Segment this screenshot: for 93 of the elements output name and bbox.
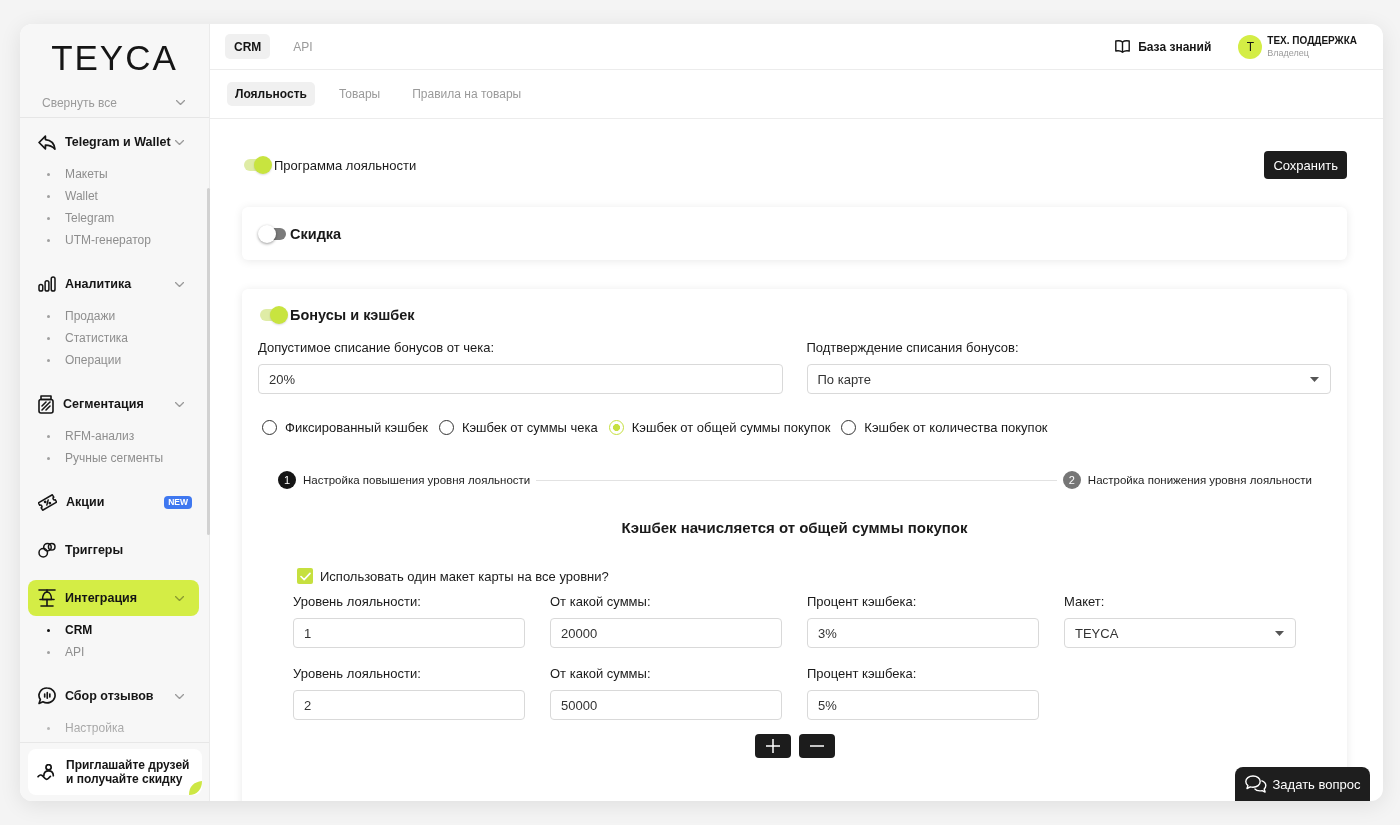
nav-item[interactable]: Акции NEW	[28, 484, 199, 520]
input-field[interactable]: 1	[293, 618, 525, 648]
avatar: Т	[1238, 34, 1263, 59]
caret-icon	[1275, 630, 1284, 636]
field-label: Допустимое списание бонусов от чека:	[258, 340, 495, 356]
chat-bubbles-icon	[1244, 775, 1267, 793]
bullet-icon	[47, 194, 50, 198]
toggle-label: Программа лояльности	[274, 157, 417, 173]
lamp-icon	[38, 589, 56, 607]
field-label: Уровень лояльности:	[293, 594, 421, 610]
nav-item[interactable]: Сбор отзывов	[28, 678, 199, 714]
toggle-switch[interactable]	[242, 156, 272, 174]
field-label: Уровень лояльности:	[293, 666, 421, 682]
add-level-button[interactable]	[754, 734, 791, 758]
nav-item[interactable]: Telegram и Wallet	[28, 124, 199, 160]
bullet-icon	[47, 238, 50, 242]
invite-friends-card[interactable]: Приглашайте друзей и получайте скидку	[28, 749, 202, 795]
logo: TEYCA	[51, 39, 178, 73]
dropdown-field[interactable]: По карте	[806, 364, 1331, 394]
radio-label: Кэшбек от количества покупок	[864, 419, 1048, 435]
field-label: От какой суммы:	[550, 594, 651, 610]
chevron-icon	[175, 693, 184, 699]
chevron-icon	[175, 281, 184, 287]
field-label: Подтверждение списания бонусов:	[806, 340, 1019, 356]
radio-button[interactable]	[841, 419, 857, 435]
bullet-icon	[47, 726, 50, 730]
bullet-icon	[47, 650, 50, 654]
nav-item[interactable]: Аналитика	[28, 266, 199, 302]
circles-icon	[38, 542, 56, 558]
chevron-icon	[175, 595, 184, 601]
section-heading: Кэшбек начисляется от общей суммы покупок	[621, 519, 968, 537]
bullet-icon	[47, 216, 50, 220]
tab[interactable]: CRM	[225, 34, 271, 59]
radio-button[interactable]	[438, 419, 454, 435]
new-badge: NEW	[164, 495, 192, 509]
save-button[interactable]: Сохранить	[1264, 151, 1347, 179]
checkbox-label: Использовать один макет карты на все уровни?	[320, 568, 609, 584]
bar-chart-icon	[38, 276, 56, 292]
step-label: Настройка повышения уровня лояльности	[303, 474, 531, 486]
step-number[interactable]: 1	[278, 471, 296, 489]
input-field[interactable]: 20%	[258, 364, 783, 394]
percent-ticket-icon	[38, 492, 57, 512]
radio-label: Фиксированный кэшбек	[285, 419, 428, 435]
input-field[interactable]: 3%	[807, 618, 1039, 648]
dropdown-field[interactable]: TEYCA	[1064, 618, 1296, 648]
bullet-icon	[47, 628, 50, 632]
radio-button[interactable]	[262, 419, 277, 435]
radio-label: Кэшбек от общей суммы покупок	[631, 419, 831, 435]
caret-icon	[1310, 376, 1319, 382]
step-number[interactable]: 2	[1062, 471, 1081, 489]
card-title: Скидка	[290, 225, 342, 242]
bullet-icon	[47, 358, 50, 362]
ask-question-button[interactable]: Задать вопрос	[1235, 767, 1370, 801]
radio-label: Кэшбек от суммы чека	[461, 419, 598, 435]
nav-item[interactable]: Интеграция	[28, 580, 199, 616]
tab[interactable]: Лояльность	[227, 82, 315, 106]
reply-arrow-icon	[38, 134, 56, 150]
chevron-icon	[175, 139, 184, 145]
user-name: ТЕХ. ПОДДЕРЖКА	[1267, 34, 1357, 47]
input-field[interactable]: 2	[293, 690, 525, 720]
minus-icon	[809, 745, 824, 747]
book-icon	[1115, 40, 1131, 53]
nav-item[interactable]: Сегментация	[28, 386, 199, 422]
remove-level-button[interactable]	[798, 734, 835, 758]
toggle-switch[interactable]	[258, 306, 288, 324]
input-field[interactable]: 50000	[550, 690, 782, 720]
bullet-icon	[47, 336, 50, 340]
bullet-icon	[47, 172, 50, 176]
chevron-icon	[175, 401, 184, 407]
nav-subitem[interactable]: CRM	[47, 619, 93, 641]
field-label: Процент кэшбека:	[807, 666, 917, 682]
field-label: Процент кэшбека:	[807, 594, 917, 610]
jar-icon	[38, 394, 54, 414]
person-icon	[37, 763, 57, 781]
card-title: Бонусы и кэшбек	[290, 307, 415, 323]
leaf-icon	[189, 781, 202, 795]
field-label: От какой суммы:	[550, 666, 651, 682]
chevron-icon	[176, 100, 185, 105]
bullet-icon	[47, 456, 50, 460]
input-field[interactable]: 5%	[807, 690, 1039, 720]
bullet-icon	[47, 314, 50, 318]
user-role: Владелец	[1267, 47, 1310, 59]
step-label: Настройка понижения уровня лояльности	[1087, 474, 1312, 486]
checkbox[interactable]	[297, 568, 313, 584]
speech-bubble-icon	[38, 687, 56, 705]
field-label: Макет:	[1064, 594, 1105, 610]
bullet-icon	[47, 434, 50, 438]
nav-item[interactable]: Триггеры	[28, 532, 199, 568]
plus-icon	[765, 739, 780, 753]
toggle-switch[interactable]	[258, 224, 288, 243]
input-field[interactable]: 20000	[550, 618, 782, 648]
scrollbar-thumb[interactable]	[207, 188, 210, 535]
knowledge-base-link[interactable]: База знаний	[1115, 39, 1212, 54]
